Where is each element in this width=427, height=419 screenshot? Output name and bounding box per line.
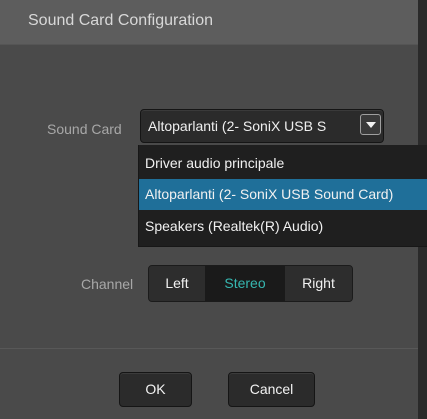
- dialog-title: Sound Card Configuration: [28, 12, 214, 29]
- ok-button[interactable]: OK: [119, 372, 192, 407]
- sound-card-configuration-dialog: Sound Card Configuration Sound Card Alto…: [0, 0, 427, 419]
- sound-card-select[interactable]: Altoparlanti (2- SoniX USB S: [140, 109, 384, 143]
- cancel-button[interactable]: Cancel: [228, 372, 315, 407]
- chevron-down-icon[interactable]: [360, 114, 381, 135]
- sound-card-option-speakers-realtek[interactable]: Speakers (Realtek(R) Audio): [139, 211, 427, 242]
- sound-card-option-driver-audio-principale[interactable]: Driver audio principale: [139, 148, 427, 179]
- channel-stereo-button[interactable]: Stereo: [206, 266, 285, 301]
- sound-card-dropdown-list: Driver audio principale Altoparlanti (2-…: [138, 145, 427, 247]
- sound-card-selected-value[interactable]: Altoparlanti (2- SoniX USB S: [148, 118, 354, 136]
- channel-left-button[interactable]: Left: [149, 266, 206, 301]
- channel-label: Channel: [81, 276, 134, 292]
- title-divider: [0, 44, 418, 45]
- channel-right-button[interactable]: Right: [285, 266, 352, 301]
- sound-card-label: Sound Card: [47, 121, 122, 137]
- chevron-down-icon-shape: [366, 122, 376, 128]
- sound-card-option-altoparlanti[interactable]: Altoparlanti (2- SoniX USB Sound Card): [139, 179, 427, 210]
- dialog-footer: [0, 349, 418, 419]
- title-bar: Sound Card Configuration: [0, 0, 418, 44]
- channel-segmented-control: Left Stereo Right: [148, 265, 353, 302]
